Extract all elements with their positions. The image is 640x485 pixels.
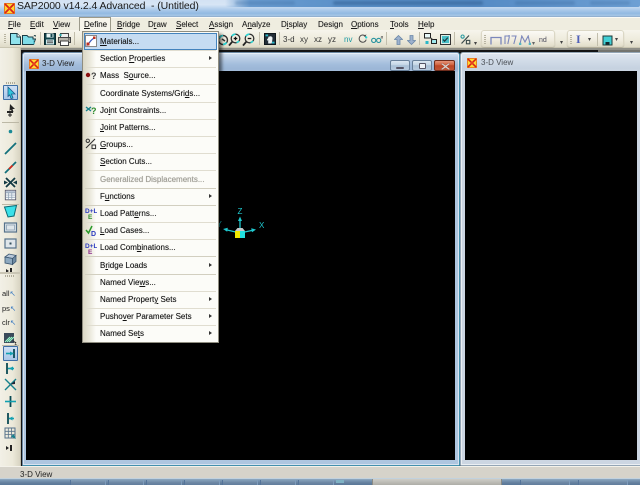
svg-text:X: X: [259, 221, 265, 230]
svg-text:Z: Z: [238, 207, 243, 216]
